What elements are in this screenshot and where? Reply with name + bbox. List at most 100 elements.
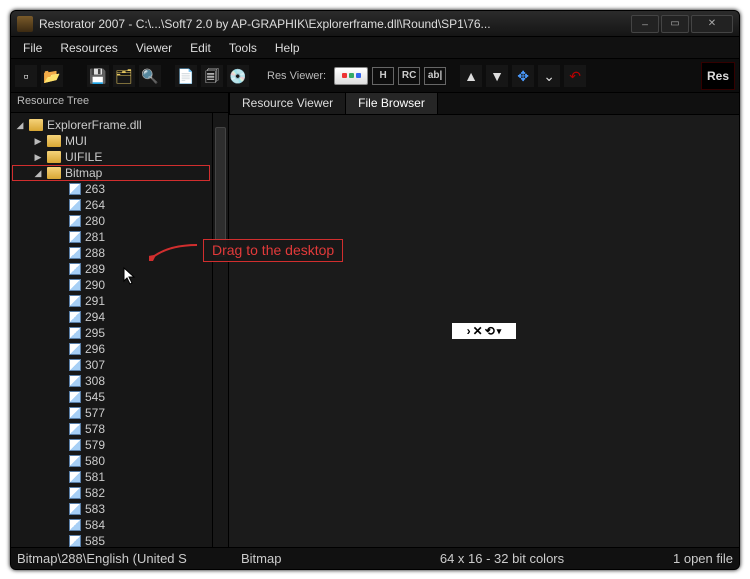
tree-root-label[interactable]: ExplorerFrame.dll [47,118,142,132]
bitmap-icon [69,311,81,323]
bitmap-icon [69,535,81,547]
tab-resource-viewer[interactable]: Resource Viewer [229,92,346,114]
tree-bitmap-item[interactable]: 579 [13,437,210,453]
bitmap-icon [69,439,81,451]
search-button[interactable]: 🔍 [139,65,161,87]
tree-bitmap-item[interactable]: 581 [13,469,210,485]
bitmap-icon [69,487,81,499]
viewer-mode-bitmap-icon[interactable] [334,67,368,85]
minimize-button[interactable]: _ [631,15,659,33]
arrow-up-button[interactable]: ▲ [460,65,482,87]
viewer-mode-hex-button[interactable]: H [372,67,394,85]
tree-bitmap-item[interactable]: 577 [13,405,210,421]
expand-icon[interactable]: ▶ [33,152,43,163]
bitmap-icon [69,263,81,275]
app-icon [17,16,33,32]
bitmap-icon [69,375,81,387]
folder-icon [47,135,61,147]
status-path: Bitmap\288\English (United S [17,551,227,566]
viewer-mode-rc-button[interactable]: RC [398,67,420,85]
tree-bitmap-label: 291 [85,294,105,308]
tree-bitmap-item[interactable]: 281 [13,229,210,245]
tree-bitmap-item[interactable]: 584 [13,517,210,533]
tree-bitmap-label: 281 [85,230,105,244]
tree-bitmap-label: 584 [85,518,105,532]
brand-logo: Res [701,62,735,90]
tree-folder-mui[interactable]: MUI [65,134,87,148]
folder-icon [47,167,61,179]
tab-file-browser[interactable]: File Browser [345,92,438,114]
tree-bitmap-item[interactable]: 288 [13,245,210,261]
tree-scrollbar[interactable] [212,113,228,547]
maximize-button[interactable]: ▭ [661,15,689,33]
titlebar[interactable]: Restorator 2007 - C:\...\Soft7 2.0 by AP… [11,11,739,37]
new-button[interactable]: ▫ [15,65,37,87]
tree-bitmap-label: 289 [85,262,105,276]
tree-bitmap-item[interactable]: 264 [13,197,210,213]
tree-bitmap-item[interactable]: 294 [13,309,210,325]
collapse-icon[interactable]: ◢ [15,120,25,131]
tree-bitmap-label: 578 [85,422,105,436]
tree-bitmap-item[interactable]: 289 [13,261,210,277]
toolbar: ▫ 📂 💾 🗂 🔍 📄 🗐 💿 Res Viewer: H RC ab| ▲ ▼… [11,59,739,93]
tree-bitmap-item[interactable]: 263 [13,181,210,197]
sidebar: Resource Tree ◢ ExplorerFrame.dll ▶ MUI … [11,93,229,547]
tree-bitmap-item[interactable]: 582 [13,485,210,501]
tree-bitmap-item[interactable]: 308 [13,373,210,389]
menu-tools[interactable]: Tools [221,39,265,57]
resource-tree[interactable]: ◢ ExplorerFrame.dll ▶ MUI ▶ UIFILE [11,113,212,547]
tree-bitmap-item[interactable]: 585 [13,533,210,547]
tree-bitmap-label: 294 [85,310,105,324]
expand-icon[interactable]: ▶ [33,136,43,147]
tree-folder-bitmap[interactable]: Bitmap [65,166,102,180]
arrow-down-button[interactable]: ▼ [486,65,508,87]
browse-button[interactable]: 🗂 [113,65,135,87]
statusbar: Bitmap\288\English (United S Bitmap 64 x… [11,547,739,569]
tree-folder-uifile[interactable]: UIFILE [65,150,102,164]
tree-bitmap-item[interactable]: 296 [13,341,210,357]
chevron-down-button[interactable]: ⌄ [538,65,560,87]
tree-bitmap-label: 288 [85,246,105,260]
tree-bitmap-item[interactable]: 545 [13,389,210,405]
tree-bitmap-item[interactable]: 583 [13,501,210,517]
bitmap-icon [69,215,81,227]
scroll-thumb[interactable] [215,127,226,257]
tree-bitmap-item[interactable]: 578 [13,421,210,437]
bitmap-icon [69,423,81,435]
collapse-icon[interactable]: ◢ [33,168,43,179]
tabs: Resource Viewer File Browser [229,93,739,115]
menu-viewer[interactable]: Viewer [128,39,180,57]
copy-button[interactable]: 📄 [175,65,197,87]
tree-bitmap-label: 280 [85,214,105,228]
tree-bitmap-item[interactable]: 280 [13,213,210,229]
tree-bitmap-label: 264 [85,198,105,212]
tree-bitmap-label: 581 [85,470,105,484]
bitmap-icon [69,183,81,195]
save-button[interactable]: 💾 [87,65,109,87]
menu-edit[interactable]: Edit [182,39,219,57]
folder-icon [47,151,61,163]
bitmap-icon [69,199,81,211]
tree-bitmap-label: 545 [85,390,105,404]
menu-file[interactable]: File [15,39,50,57]
open-button[interactable]: 📂 [41,65,63,87]
tree-bitmap-item[interactable]: 291 [13,293,210,309]
tree-bitmap-label: 263 [85,182,105,196]
tree-bitmap-label: 583 [85,502,105,516]
tree-bitmap-item[interactable]: 295 [13,325,210,341]
viewer-mode-text-button[interactable]: ab| [424,67,446,85]
close-button[interactable]: ✕ [691,15,733,33]
move-button[interactable]: ✥ [512,65,534,87]
multi-button[interactable]: 🗐 [201,65,223,87]
cancel-button[interactable]: ↶ [564,65,586,87]
menu-help[interactable]: Help [267,39,308,57]
tree-bitmap-item[interactable]: 307 [13,357,210,373]
tree-bitmap-item[interactable]: 290 [13,277,210,293]
menu-resources[interactable]: Resources [52,39,125,57]
tree-bitmap-label: 307 [85,358,105,372]
bitmap-icon [69,343,81,355]
tree-bitmap-label: 582 [85,486,105,500]
disk-button[interactable]: 💿 [227,65,249,87]
tree-bitmap-item[interactable]: 580 [13,453,210,469]
tree-bitmap-label: 585 [85,534,105,547]
